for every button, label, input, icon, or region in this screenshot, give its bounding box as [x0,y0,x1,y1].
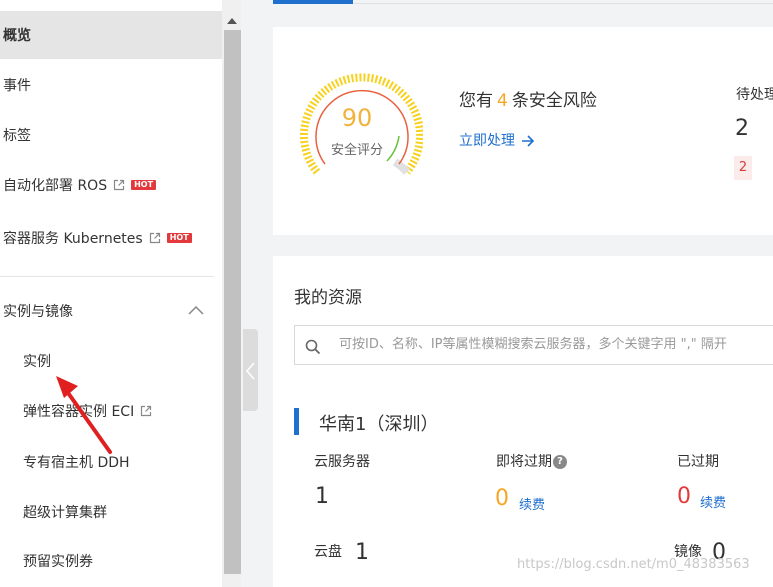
sidebar-item-ros[interactable]: 自动化部署 ROS HOT [0,174,222,196]
expired-renew-link[interactable]: 续费 [700,492,726,511]
expiring-label-wrap: 即将过期? [496,451,567,471]
sidebar-item-kubernetes[interactable]: 容器服务 Kubernetes HOT [0,227,222,249]
pending-label: 待处理 [736,87,773,103]
sidebar-item-label: 预留实例券 [23,554,93,570]
disk-label: 云盘 [314,544,342,560]
hot-badge: HOT [166,233,192,243]
sidebar-item-supercomputing[interactable]: 超级计算集群 [0,501,222,523]
expiring-renew-link[interactable]: 续费 [519,494,545,513]
risk-prefix: 您有 [459,91,493,111]
active-tab-indicator [273,0,353,4]
ecs-label: 云服务器 [314,454,370,470]
expiring-count[interactable]: 0 [495,486,509,511]
sidebar-item-label: 实例 [23,354,51,370]
region-accent-bar [294,408,299,435]
resources-title: 我的资源 [294,288,362,308]
security-score-label: 安全评分 [330,143,383,158]
sidebar-item-tags[interactable]: 标签 [0,124,222,146]
annotation-arrow [56,376,112,454]
chevron-up-icon[interactable] [188,305,204,315]
security-score-value: 90 [341,104,373,132]
risk-count: 4 [497,91,508,111]
expired-count[interactable]: 0 [677,484,691,509]
region-title: 华南1（深圳） [319,414,439,435]
sidebar-item-label: 自动化部署 ROS [3,178,108,194]
pending-badge[interactable]: 2 [734,156,752,180]
sidebar-collapse-handle[interactable] [243,329,258,411]
expiring-label: 即将过期 [496,454,552,470]
external-link-icon [113,179,125,191]
disk-count[interactable]: 1 [355,540,369,565]
risk-summary: 您有 4 条安全风险 [459,86,597,111]
risk-suffix: 条安全风险 [511,91,597,111]
tab-divider [353,3,773,4]
sidebar: 概览 事件 标签 自动化部署 ROS HOT 容器服务 Kubernetes H… [0,0,222,587]
hot-badge: HOT [131,180,157,190]
watermark: https://blog.csdn.net/m0_48383563 [517,557,750,572]
sidebar-item-reserved-instances[interactable]: 预留实例券 [0,550,222,572]
search-icon [305,339,321,355]
external-link-icon [141,405,152,417]
sidebar-group-label: 实例与镜像 [3,304,73,320]
pending-value[interactable]: 2 [735,116,749,141]
ecs-count[interactable]: 1 [315,484,329,509]
resource-search-box[interactable]: 可按ID、名称、IP等属性模糊搜索云服务器，多个关键字用 "," 隔开 [294,325,773,365]
sidebar-item-instances[interactable]: 实例 [0,350,222,372]
sidebar-item-overview[interactable]: 概览 [0,11,222,59]
sidebar-item-events[interactable]: 事件 [0,74,222,96]
sidebar-item-label: 事件 [3,78,31,94]
sidebar-item-label: 超级计算集群 [23,505,107,521]
chevron-left-icon [246,362,255,380]
expired-label: 已过期 [677,454,719,470]
help-icon[interactable]: ? [553,455,567,469]
sidebar-item-label: 概览 [3,28,31,44]
handle-now-link[interactable]: 立即处理 [459,130,535,150]
sidebar-item-label: 容器服务 Kubernetes [3,231,143,247]
sidebar-divider [0,276,214,277]
external-link-icon [149,232,160,244]
scrollbar-thumb[interactable] [224,30,241,574]
search-input-placeholder[interactable]: 可按ID、名称、IP等属性模糊搜索云服务器，多个关键字用 "," 隔开 [339,326,769,364]
scroll-up-icon[interactable] [227,18,237,24]
sidebar-item-label: 标签 [3,128,31,144]
handle-now-label: 立即处理 [459,133,515,149]
arrow-right-icon [522,135,535,147]
